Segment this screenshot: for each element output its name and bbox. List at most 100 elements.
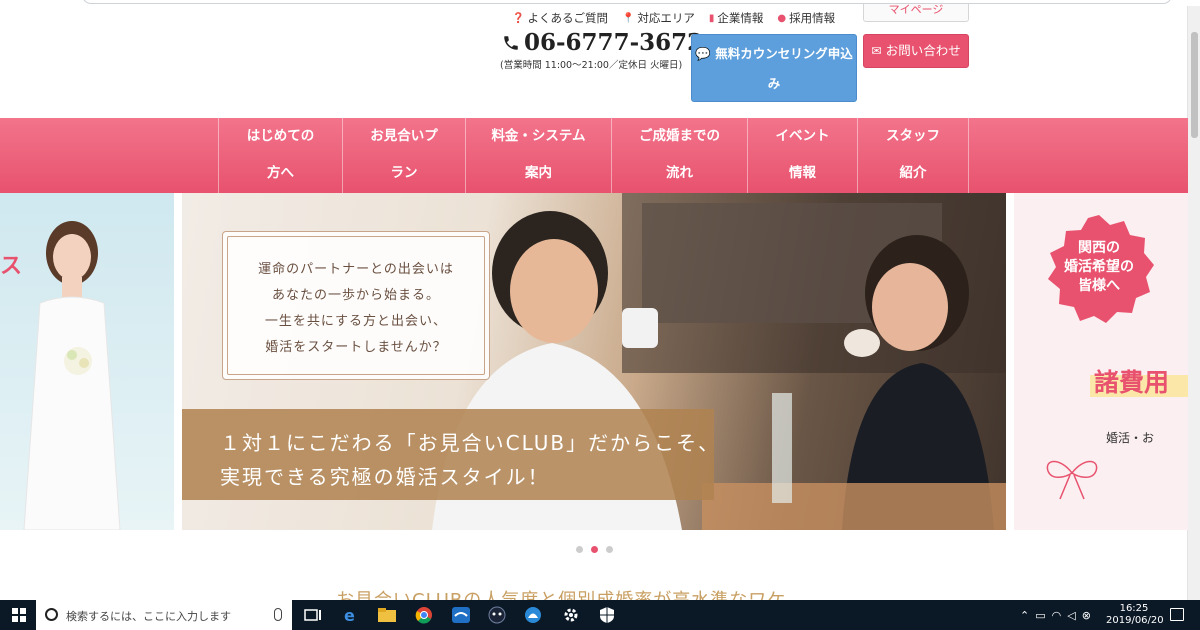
utility-links: ❓ よくあるご質問 📍 対応エリア ▮ 企業情報 ● 採用情報 <box>512 10 835 26</box>
phone-number-text: 06-6777-3672 <box>524 29 704 56</box>
nav-item-beginners[interactable]: はじめての 方へ <box>218 118 342 193</box>
nav-item-events[interactable]: イベント 情報 <box>747 118 857 193</box>
security-shield-icon[interactable] <box>596 605 618 625</box>
nav-label-line2: ラン <box>390 165 418 181</box>
file-explorer-icon[interactable] <box>376 605 398 625</box>
mypage-button[interactable]: マイページ <box>863 4 969 22</box>
nav-label-line2: 案内 <box>525 165 552 181</box>
taskbar-search-box[interactable]: 検索するには、ここに入力します <box>36 600 292 630</box>
contact-label: お問い合わせ <box>885 43 961 58</box>
slide-next[interactable]: 関西の 婚活希望の 皆様へ 諸費用 婚活・お <box>1014 193 1188 530</box>
message-line: あなたの一歩から始まる。 <box>271 288 440 303</box>
app-blue-icon[interactable] <box>450 605 472 625</box>
chat-icon: 💬 <box>695 46 711 61</box>
ribbon-icon <box>1046 460 1098 500</box>
link-faq[interactable]: ❓ よくあるご質問 <box>512 10 608 26</box>
nav-item-pricing[interactable]: 料金・システム 案内 <box>465 118 611 193</box>
app-dark-circle-icon[interactable] <box>486 605 508 625</box>
mypage-label: マイページ <box>888 4 944 16</box>
promo-subtext: 婚活・お <box>1106 431 1155 445</box>
carousel-indicators <box>576 546 613 553</box>
mail-icon: ✉ <box>871 43 882 58</box>
bride-photo <box>23 221 121 530</box>
slide-current[interactable]: 運命のパートナーとの出会いは あなたの一歩から始まる。 一生を共にする方と出会い… <box>182 193 1006 530</box>
task-view-icon[interactable] <box>302 605 324 625</box>
link-faq-label: よくあるご質問 <box>527 11 608 25</box>
windows-start-icon[interactable] <box>12 608 26 622</box>
nav-label-line1: お見合いプ <box>370 128 438 144</box>
message-line: 一生を共にする方と出会い、 <box>264 314 448 329</box>
question-icon: ❓ <box>512 12 525 24</box>
app-blue-circle-icon[interactable] <box>522 605 544 625</box>
hero-carousel[interactable]: ス 運命のパートナーとの出会いは あなたの一歩から始まる。 一生を共にする方と出… <box>0 193 1188 530</box>
link-area[interactable]: 📍 対応エリア <box>622 10 695 26</box>
notification-icon[interactable] <box>1170 608 1184 621</box>
nav-label-line1: はじめての <box>246 128 315 144</box>
settings-gear-icon[interactable] <box>560 605 582 625</box>
nav-item-flow[interactable]: ご成婚までの 流れ <box>611 118 747 193</box>
person-icon: ● <box>777 12 787 24</box>
nav-label-line2: 紹介 <box>899 165 927 181</box>
power-status-icon[interactable]: ⊗ <box>1082 609 1091 622</box>
building-icon: ▮ <box>708 12 715 24</box>
page-scrollbar[interactable] <box>1187 6 1200 600</box>
search-placeholder: 検索するには、ここに入力します <box>66 610 231 623</box>
link-company[interactable]: ▮ 企業情報 <box>709 10 764 26</box>
link-area-label: 対応エリア <box>637 11 695 25</box>
nav-label-line2: 情報 <box>789 165 816 181</box>
nav-item-staff[interactable]: スタッフ 紹介 <box>857 118 969 193</box>
browser-address-bar-area <box>0 0 1200 6</box>
windows-taskbar: 検索するには、ここに入力します e ⌃ ▭ ◠ ◁ ⊗ 16:25 2019/0… <box>0 600 1200 630</box>
map-pin-icon: 📍 <box>621 12 635 24</box>
chrome-browser-icon[interactable] <box>413 605 435 625</box>
taskbar-clock[interactable]: 16:25 2019/06/20 <box>1106 603 1164 627</box>
nav-label-line2: 方へ <box>267 165 294 181</box>
volume-icon[interactable]: ◁ <box>1067 609 1075 622</box>
nav-label-line1: スタッフ <box>886 128 940 144</box>
battery-icon[interactable]: ▭ <box>1035 609 1045 622</box>
carousel-dot[interactable] <box>606 546 613 553</box>
message-line: 運命のパートナーとの出会いは <box>258 262 454 277</box>
tagline-line1: １対１にこだわる「お見合いCLUB」だからこそ、 <box>220 431 721 455</box>
clock-date: 2019/06/20 <box>1106 615 1164 626</box>
nav-label-line1: ご成婚までの <box>639 128 720 144</box>
link-recruit-label: 採用情報 <box>789 11 836 25</box>
business-hours: (営業時間 11:00〜21:00／定休日 火曜日) <box>500 60 683 71</box>
nav-item-plan[interactable]: お見合いプ ラン <box>342 118 465 193</box>
nav-label-line1: イベント <box>775 128 830 144</box>
counsel-label-line1: 無料カウンセリング申込 <box>715 46 853 61</box>
hero-tagline: １対１にこだわる「お見合いCLUB」だからこそ、 実現できる究極の婚活スタイル！ <box>182 409 718 500</box>
nav-label-line2: 流れ <box>666 165 693 181</box>
free-counseling-button[interactable]: 💬 無料カウンセリング申込 み <box>691 34 857 102</box>
clock-time: 16:25 <box>1119 603 1149 614</box>
promo-heading: 諸費用 <box>1094 368 1170 397</box>
message-box: 運命のパートナーとの出会いは あなたの一歩から始まる。 一生を共にする方と出会い… <box>222 231 490 380</box>
address-bar[interactable] <box>82 0 1172 4</box>
main-nav: はじめての 方へ お見合いプ ラン 料金・システム 案内 ご成婚までの 流れ イ… <box>0 118 1188 193</box>
counsel-label-line2: み <box>767 76 781 91</box>
svg-text:e: e <box>344 606 355 625</box>
badge-line1: 関西の <box>1078 240 1120 256</box>
tagline-line2: 実現できる究極の婚活スタイル！ <box>220 465 550 489</box>
link-recruit[interactable]: ● 採用情報 <box>777 10 835 26</box>
phone-icon <box>504 35 518 50</box>
app-root: ❓ よくあるご質問 📍 対応エリア ▮ 企業情報 ● 採用情報 マイページ 06… <box>0 0 1200 630</box>
system-tray: ⌃ ▭ ◠ ◁ ⊗ <box>1020 600 1091 630</box>
scrollbar-thumb[interactable] <box>1191 32 1198 138</box>
nav-label-line1: 料金・システム <box>491 128 586 144</box>
microphone-icon[interactable] <box>274 608 282 621</box>
badge-line3: 皆様へ <box>1078 278 1120 294</box>
kansai-badge: 関西の 婚活希望の 皆様へ <box>1042 213 1156 327</box>
network-icon[interactable]: ◠ <box>1052 609 1062 622</box>
cortana-icon <box>45 608 58 621</box>
link-company-label: 企業情報 <box>717 11 764 25</box>
edge-browser-icon[interactable]: e <box>340 605 362 625</box>
chevron-up-icon[interactable]: ⌃ <box>1020 609 1029 622</box>
badge-line2: 婚活希望の <box>1064 259 1134 275</box>
carousel-dot-active[interactable] <box>591 546 598 553</box>
message-line: 婚活をスタートしませんか？ <box>265 340 447 355</box>
phone-number[interactable]: 06-6777-3672 <box>502 29 703 56</box>
carousel-dot[interactable] <box>576 546 583 553</box>
slide-previous[interactable]: ス <box>0 193 174 530</box>
contact-button[interactable]: ✉ お問い合わせ <box>863 34 969 68</box>
